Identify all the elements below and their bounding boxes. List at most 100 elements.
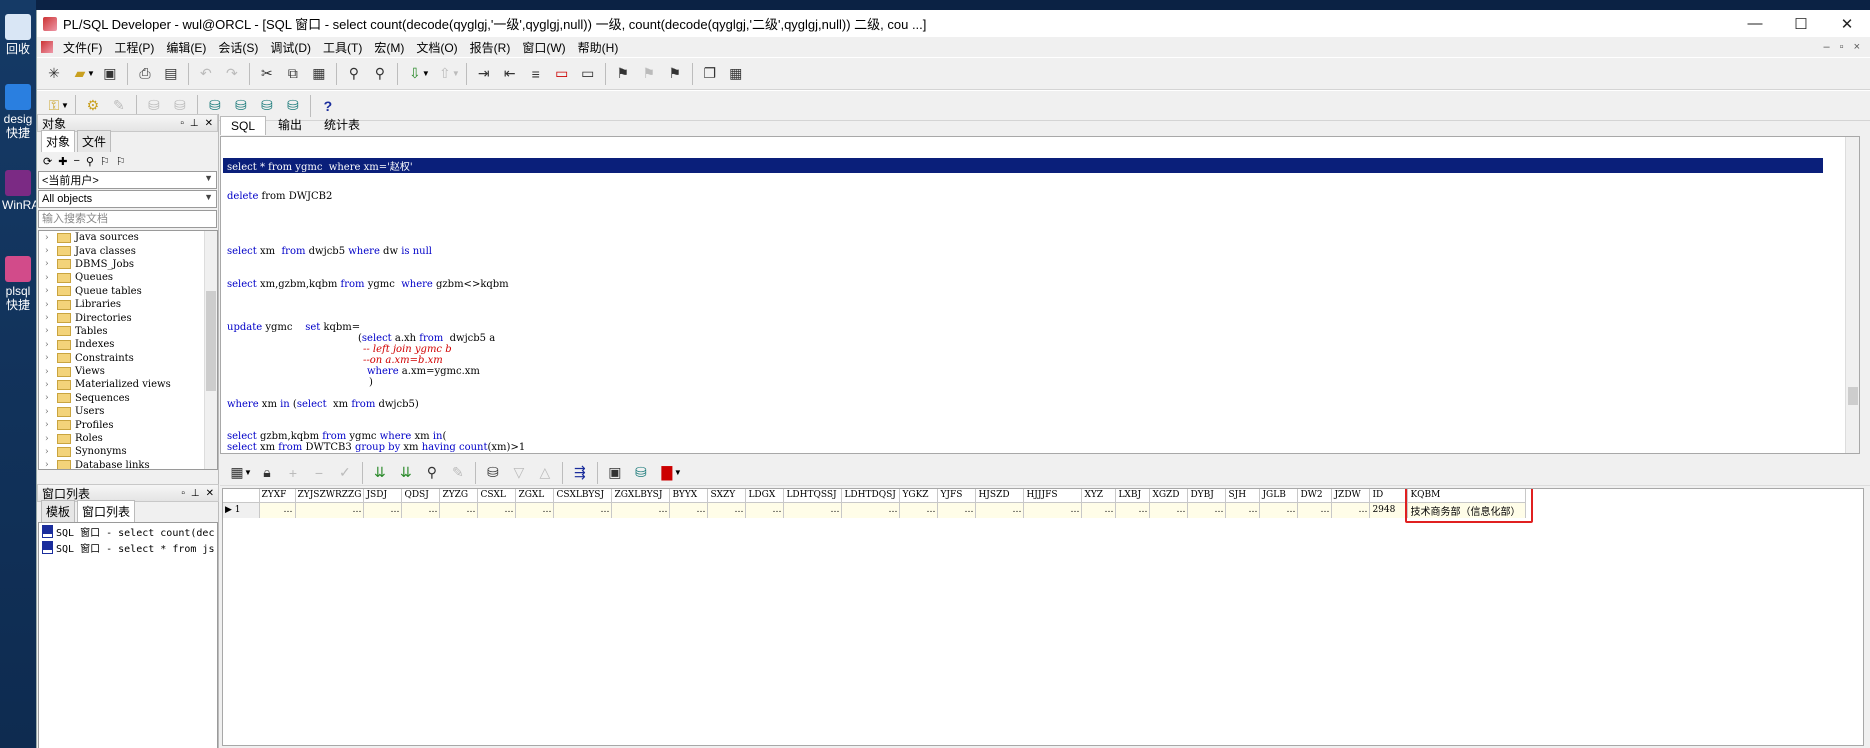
code-line[interactable]: (select a.xh from dwjcb5 a xyxy=(358,333,495,344)
desktop-icon-recycle[interactable]: 回收 xyxy=(2,14,34,56)
copy-icon[interactable]: ⧉ xyxy=(280,62,306,86)
redo-icon[interactable]: ↷ xyxy=(219,62,245,86)
menu-tools[interactable]: 工具(T) xyxy=(317,39,368,56)
editor-scrollbar[interactable] xyxy=(1845,137,1859,453)
table-cell[interactable]: 2948 xyxy=(1369,502,1409,518)
float-icon[interactable]: ▫ xyxy=(180,118,184,129)
code-line[interactable]: where xm in (select xm from dwjcb5) xyxy=(227,399,419,410)
find-next-icon[interactable]: ⚲ xyxy=(367,62,393,86)
menu-file[interactable]: 文件(F) xyxy=(57,39,108,56)
print-preview-icon[interactable]: ▤ xyxy=(158,62,184,86)
menu-help[interactable]: 帮助(H) xyxy=(572,39,625,56)
align-icon[interactable]: ≡ xyxy=(523,62,549,86)
code-line[interactable]: select xm from dwjcb5 where dw is null xyxy=(227,246,432,257)
table-cell[interactable]: … xyxy=(1023,502,1083,518)
maximize-button[interactable]: ☐ xyxy=(1778,10,1824,37)
dropdown-icon[interactable]: ▼ xyxy=(452,69,460,78)
column-header[interactable]: YJFS xyxy=(937,489,977,503)
minimize-button[interactable]: — xyxy=(1732,10,1778,37)
tree-item[interactable]: › Views xyxy=(39,365,217,378)
tree-item[interactable]: › Directories xyxy=(39,311,217,324)
comment-icon[interactable]: ▭ xyxy=(549,62,575,86)
column-header[interactable]: DYBJ xyxy=(1187,489,1227,503)
mdi-restore-button[interactable]: ▫ xyxy=(1840,41,1844,53)
expand-icon[interactable]: › xyxy=(45,447,57,457)
scrollbar-thumb[interactable] xyxy=(206,291,216,391)
row-number[interactable]: ▶ 1 xyxy=(223,502,260,518)
table-cell[interactable]: … xyxy=(1297,502,1333,518)
dropdown-icon[interactable]: ▼ xyxy=(422,69,430,78)
table-cell[interactable]: … xyxy=(841,502,901,518)
expand-icon[interactable]: › xyxy=(45,273,57,283)
dropdown-icon[interactable]: ▼ xyxy=(61,101,69,110)
tab-files[interactable]: 文件 xyxy=(77,130,112,152)
table-cell[interactable]: … xyxy=(477,502,517,518)
expand-icon[interactable]: › xyxy=(45,393,57,403)
sort-down-icon[interactable]: ▽ xyxy=(506,461,532,485)
add-record-icon[interactable]: + xyxy=(280,461,306,485)
tree-item[interactable]: › Synonyms xyxy=(39,445,217,458)
column-header[interactable]: SJH xyxy=(1225,489,1261,503)
tree-item[interactable]: › DBMS_Jobs xyxy=(39,258,217,271)
menu-edit[interactable]: 编辑(E) xyxy=(160,39,212,56)
filter-2-icon[interactable]: ⚐ xyxy=(116,155,126,168)
desktop-icon-winrar[interactable]: WinRA xyxy=(2,170,36,212)
table-cell[interactable]: … xyxy=(783,502,843,518)
expand-icon[interactable]: › xyxy=(45,407,57,417)
column-header[interactable]: JZDW xyxy=(1331,489,1371,503)
column-header[interactable]: HJSZD xyxy=(975,489,1025,503)
code-line[interactable]: where a.xm=ygmc.xm xyxy=(367,366,480,377)
expand-icon[interactable]: › xyxy=(45,246,57,256)
cut-icon[interactable]: ✂ xyxy=(254,62,280,86)
expand-icon[interactable]: › xyxy=(45,460,57,469)
add-icon[interactable]: ✚ xyxy=(58,155,67,168)
window-list-item[interactable]: SQL 窗口 - select count(dec xyxy=(39,523,217,539)
table-cell[interactable]: … xyxy=(363,502,403,518)
table-cell[interactable]: … xyxy=(745,502,785,518)
table-cell[interactable]: … xyxy=(515,502,555,518)
undo-icon[interactable]: ↶ xyxy=(193,62,219,86)
print-icon[interactable]: ⎙ xyxy=(132,62,158,86)
desktop-icon-design[interactable]: desig 快捷 xyxy=(2,84,34,140)
code-line[interactable]: select xm,gzbm,kqbm from ygmc where gzbm… xyxy=(227,279,509,290)
table-cell[interactable]: … xyxy=(401,502,441,518)
connect-icon[interactable]: ⇶ xyxy=(567,461,593,485)
column-header[interactable]: CSXL xyxy=(477,489,517,503)
tab-objects[interactable]: 对象 xyxy=(41,130,76,152)
paste-icon[interactable]: ▦ xyxy=(306,62,332,86)
toggle-2-icon[interactable]: ⚑ xyxy=(636,62,662,86)
tree-item[interactable]: › Roles xyxy=(39,432,217,445)
column-header[interactable]: ID xyxy=(1369,489,1409,503)
dropdown-icon[interactable]: ▼ xyxy=(244,468,252,477)
clear-icon[interactable]: ✎ xyxy=(445,461,471,485)
tab-templates[interactable]: 模板 xyxy=(41,500,76,522)
tree-item[interactable]: › Constraints xyxy=(39,352,217,365)
menu-macro[interactable]: 宏(M) xyxy=(368,39,410,56)
tree-item[interactable]: › Materialized views xyxy=(39,378,217,391)
column-header[interactable]: YGKZ xyxy=(899,489,939,503)
save-icon[interactable]: ▣ xyxy=(97,62,123,86)
close-button[interactable]: ✕ xyxy=(1824,10,1870,37)
menu-window[interactable]: 窗口(W) xyxy=(516,39,571,56)
menu-reports[interactable]: 报告(R) xyxy=(464,39,517,56)
tile-icon[interactable]: ▦ xyxy=(723,62,749,86)
column-header[interactable]: JGLB xyxy=(1259,489,1299,503)
table-cell[interactable]: … xyxy=(1081,502,1117,518)
column-header[interactable]: SXZY xyxy=(707,489,747,503)
column-header[interactable]: HJJJFS xyxy=(1023,489,1083,503)
panel-close-icon[interactable]: ✕ xyxy=(205,118,213,129)
column-header[interactable]: QDSJ xyxy=(401,489,441,503)
tree-item[interactable]: › Database links xyxy=(39,459,217,469)
lock-icon[interactable]: 🔒︎ xyxy=(254,461,280,485)
panel-close-icon[interactable]: ✕ xyxy=(206,488,214,499)
expand-icon[interactable]: › xyxy=(45,367,57,377)
code-line[interactable]: ) xyxy=(369,377,373,388)
refresh-icon[interactable]: ⟳ xyxy=(43,155,52,168)
float-icon[interactable]: ▫ xyxy=(181,488,185,499)
table-cell[interactable]: … xyxy=(669,502,709,518)
tree-item[interactable]: › Queues xyxy=(39,271,217,284)
expand-icon[interactable]: › xyxy=(45,434,57,444)
column-header[interactable]: ZYJSZWRZZG xyxy=(295,489,365,503)
expand-icon[interactable]: › xyxy=(45,326,57,336)
table-cell[interactable]: … xyxy=(1187,502,1227,518)
